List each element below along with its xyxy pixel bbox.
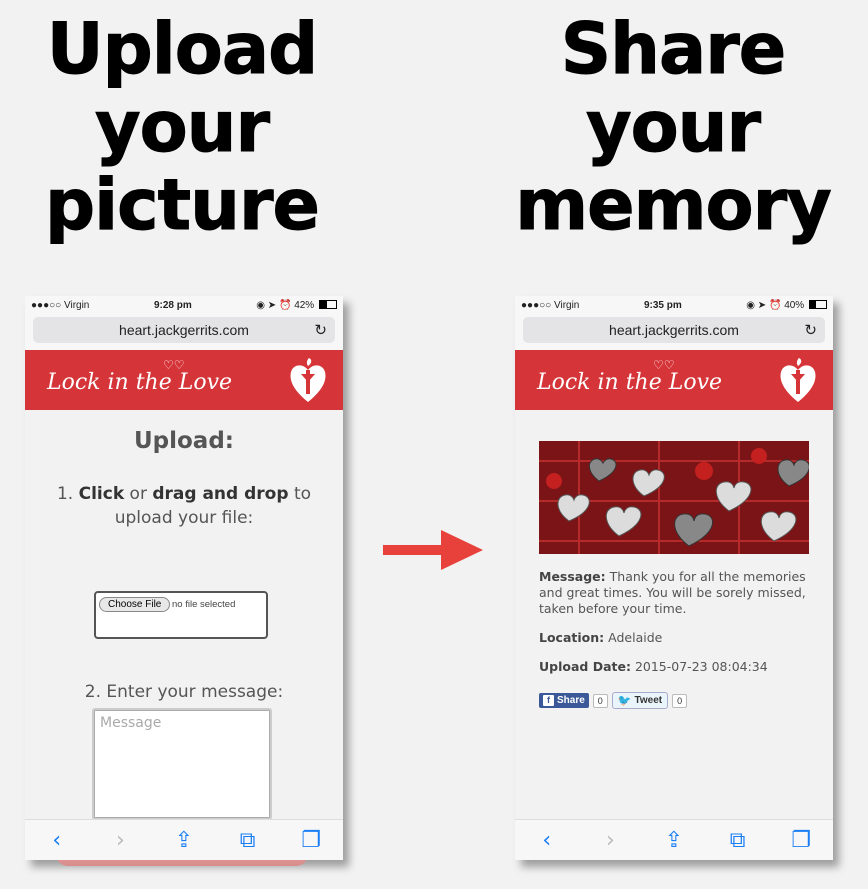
twitter-bird-icon: 🐦 bbox=[617, 695, 632, 707]
facebook-share-label: Share bbox=[557, 695, 585, 706]
location-field: Location: Adelaide bbox=[539, 630, 809, 646]
site-banner: ♡♡ Lock in the Love bbox=[515, 350, 833, 410]
click-word: Click bbox=[78, 484, 125, 504]
or-word: or bbox=[129, 484, 147, 504]
status-icons: ◉ ➤ ⏰ bbox=[746, 299, 785, 311]
chevron-left-icon[interactable]: ‹ bbox=[532, 828, 562, 853]
url-bar-container: heart.jackgerrits.com ↻ bbox=[25, 314, 343, 350]
drag-drop-phrase: drag and drop bbox=[152, 484, 289, 504]
step-1-line-2: upload your file: bbox=[114, 508, 254, 528]
status-icons: ◉ ➤ ⏰ bbox=[256, 299, 295, 311]
upload-date-field: Upload Date: 2015-07-23 08:04:34 bbox=[539, 659, 809, 675]
memory-photo[interactable] bbox=[539, 441, 809, 554]
battery-fill bbox=[809, 301, 817, 309]
tweet-count: 0 bbox=[672, 693, 688, 708]
battery-icon bbox=[318, 300, 337, 310]
chevron-left-icon[interactable]: ‹ bbox=[42, 828, 72, 853]
message-field: Message: Thank you for all the memories … bbox=[539, 569, 809, 617]
file-dropzone[interactable]: Choose File no file selected bbox=[94, 591, 268, 639]
url-bar-container: heart.jackgerrits.com ↻ bbox=[515, 314, 833, 350]
message-textarea[interactable]: Message bbox=[92, 708, 272, 820]
book-icon[interactable]: ⧉ bbox=[723, 828, 753, 853]
upload-title: Upload: bbox=[133, 428, 234, 454]
clock-label: 9:35 pm bbox=[643, 299, 682, 311]
chevron-right-icon[interactable]: › bbox=[105, 828, 135, 853]
carrier-label: ●●●○○ Virgin bbox=[31, 299, 90, 311]
phone-share-screen: ●●●○○ Virgin 9:35 pm ◉ ➤ ⏰ 40% heart.jac… bbox=[515, 296, 833, 860]
site-banner: ♡♡ Lock in the Love bbox=[25, 350, 343, 410]
url-bar[interactable]: heart.jackgerrits.com ↻ bbox=[523, 317, 825, 343]
headline-line: picture bbox=[45, 164, 321, 246]
reload-icon[interactable]: ↻ bbox=[314, 321, 327, 339]
to-word: to bbox=[293, 484, 312, 504]
step-1-instructions: 1. Click or drag and drop to upload your… bbox=[25, 482, 343, 530]
share-count: 0 bbox=[592, 693, 608, 708]
brand-logo-text[interactable]: Lock in the Love bbox=[537, 370, 722, 395]
battery-fill bbox=[319, 301, 327, 309]
heart-foundation-logo-icon bbox=[290, 358, 326, 402]
upload-form: Upload: 1. Click or drag and drop to upl… bbox=[25, 410, 343, 866]
status-bar: ●●●○○ Virgin 9:28 pm ◉ ➤ ⏰ 42% bbox=[25, 296, 343, 314]
url-text: heart.jackgerrits.com bbox=[609, 322, 739, 338]
phone-upload-screen: ●●●○○ Virgin 9:28 pm ◉ ➤ ⏰ 42% heart.jac… bbox=[25, 296, 343, 866]
tweet-label: Tweet bbox=[634, 695, 663, 706]
memory-details: Message: Thank you for all the memories … bbox=[539, 569, 809, 688]
share-icon[interactable]: ⇪ bbox=[659, 828, 689, 853]
chevron-right-icon[interactable]: › bbox=[595, 828, 625, 853]
status-bar: ●●●○○ Virgin 9:35 pm ◉ ➤ ⏰ 40% bbox=[515, 296, 833, 314]
facebook-icon: f bbox=[543, 695, 554, 706]
headline-line: Upload bbox=[46, 8, 318, 90]
battery-percent: 42% bbox=[294, 299, 315, 311]
battery-icon bbox=[808, 300, 827, 310]
message-placeholder: Message bbox=[100, 715, 162, 731]
no-file-label: no file selected bbox=[172, 599, 236, 610]
url-text: heart.jackgerrits.com bbox=[119, 322, 249, 338]
headline-line: memory bbox=[515, 164, 833, 246]
safari-toolbar: ‹ › ⇪ ⧉ ❐ bbox=[25, 819, 343, 860]
carrier-label: ●●●○○ Virgin bbox=[521, 299, 580, 311]
location-label: Location: bbox=[539, 630, 605, 645]
tabs-icon[interactable]: ❐ bbox=[296, 828, 326, 853]
tweet-button[interactable]: 🐦 Tweet bbox=[611, 692, 669, 709]
battery-percent: 40% bbox=[784, 299, 805, 311]
headline-line: your bbox=[94, 86, 270, 168]
memory-detail: Message: Thank you for all the memories … bbox=[515, 410, 833, 821]
reload-icon[interactable]: ↻ bbox=[804, 321, 817, 339]
headline-line: Share bbox=[560, 8, 786, 90]
choose-file-button[interactable]: Choose File bbox=[99, 597, 171, 612]
book-icon[interactable]: ⧉ bbox=[233, 828, 263, 853]
social-buttons: f Share 0 🐦 Tweet 0 bbox=[539, 692, 688, 709]
safari-toolbar: ‹ › ⇪ ⧉ ❐ bbox=[515, 819, 833, 860]
share-icon[interactable]: ⇪ bbox=[169, 828, 199, 853]
step-2-instructions: 2. Enter your message: bbox=[84, 682, 284, 702]
headline-line: your bbox=[585, 86, 761, 168]
headline-share: Share your memory bbox=[503, 8, 843, 246]
clock-label: 9:28 pm bbox=[153, 299, 192, 311]
battery-status: ◉ ➤ ⏰ 40% bbox=[746, 300, 827, 311]
facebook-share-button[interactable]: f Share bbox=[539, 693, 589, 708]
location-value: Adelaide bbox=[608, 630, 663, 645]
battery-status: ◉ ➤ ⏰ 42% bbox=[256, 300, 337, 311]
upload-date-label: Upload Date: bbox=[539, 659, 631, 674]
step-1-number: 1. bbox=[56, 484, 74, 504]
heart-foundation-logo-icon bbox=[780, 358, 816, 402]
arrow-right-icon bbox=[383, 530, 483, 570]
upload-date-value: 2015-07-23 08:04:34 bbox=[634, 659, 768, 674]
headline-upload: Upload your picture bbox=[12, 8, 352, 246]
message-label: Message: bbox=[539, 569, 606, 584]
brand-logo-text[interactable]: Lock in the Love bbox=[47, 370, 232, 395]
url-bar[interactable]: heart.jackgerrits.com ↻ bbox=[33, 317, 335, 343]
tabs-icon[interactable]: ❐ bbox=[786, 828, 816, 853]
